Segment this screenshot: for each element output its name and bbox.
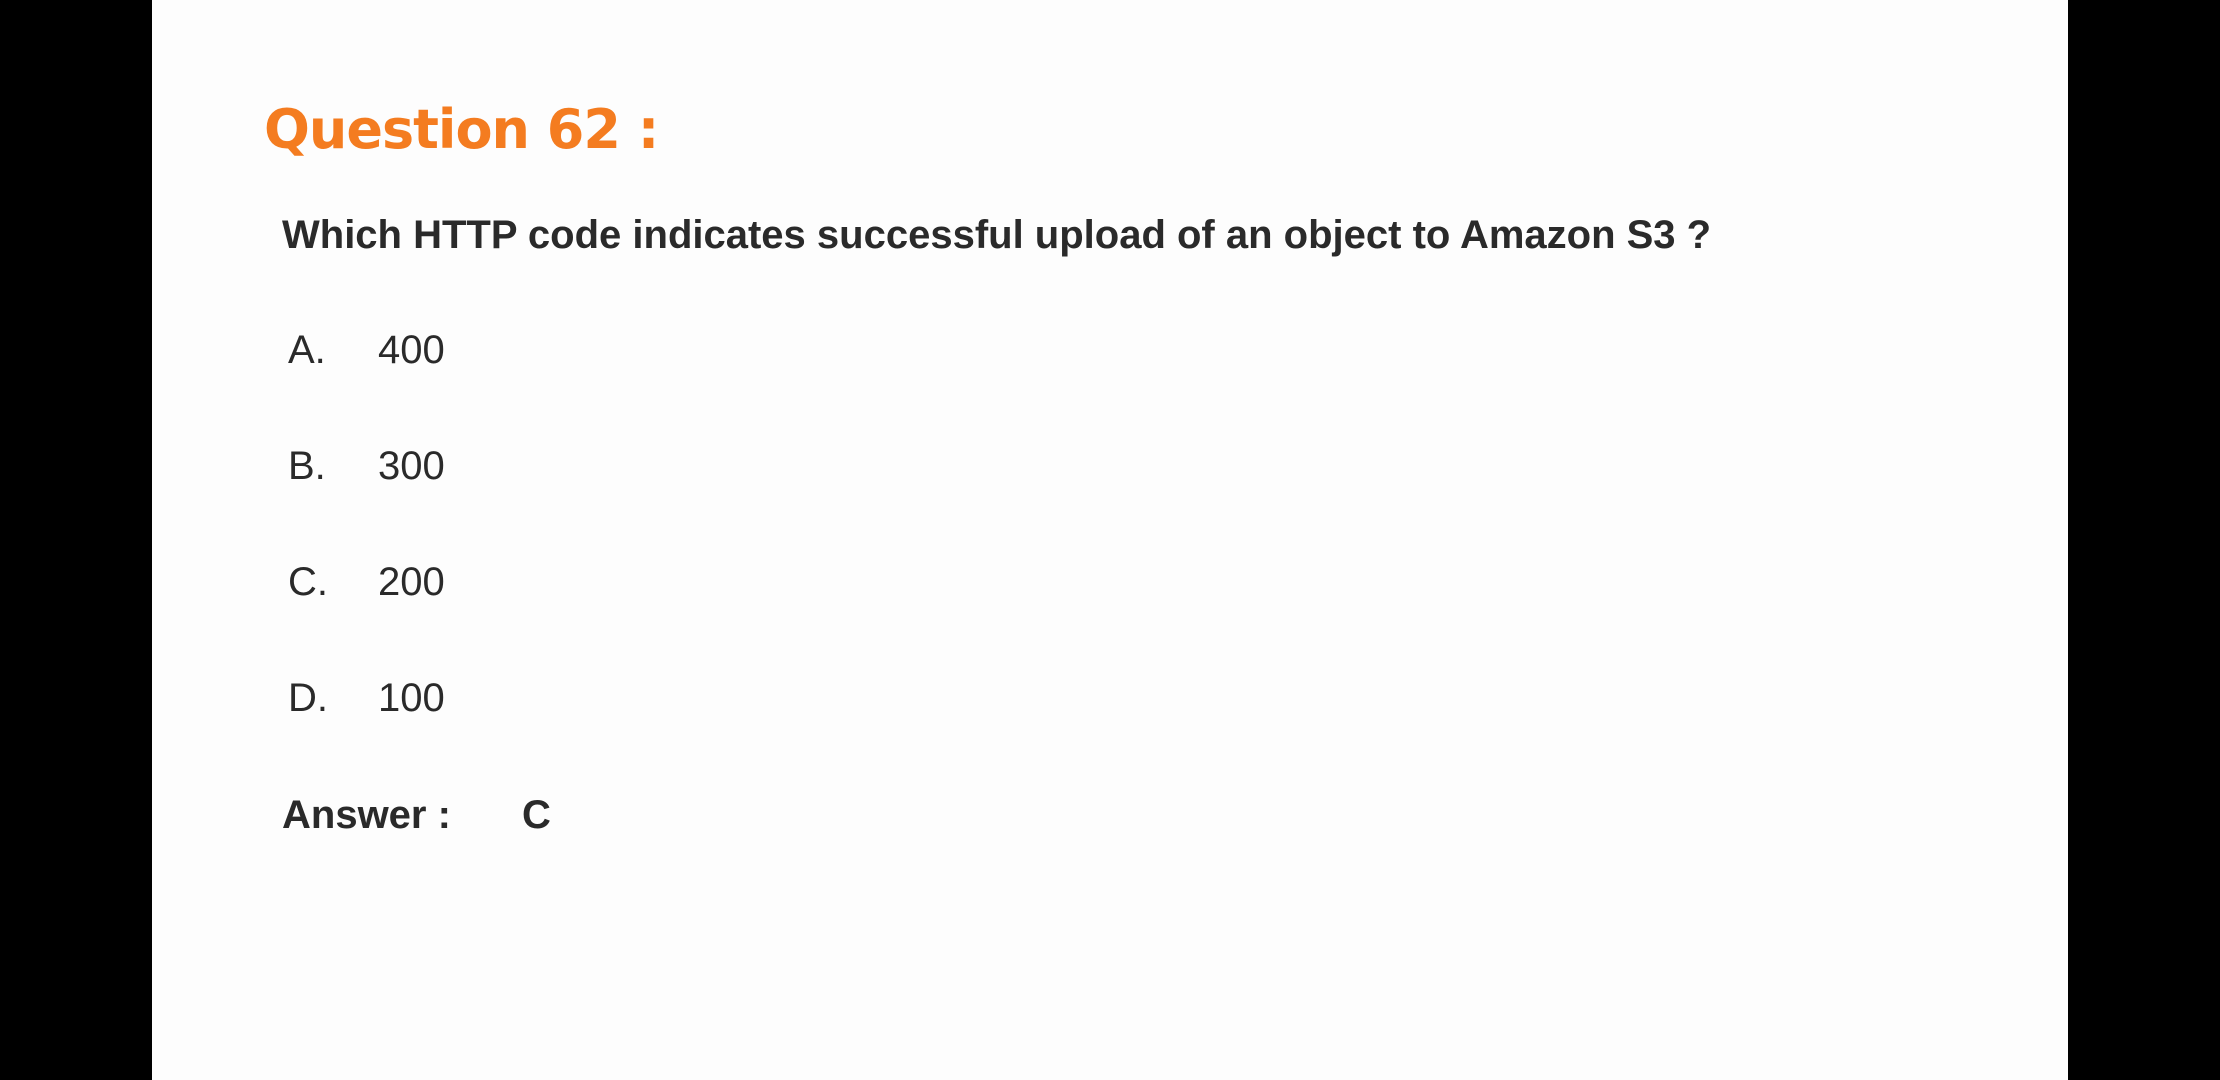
- answer-label: Answer :: [282, 793, 451, 837]
- slide: Question 62 : Which HTTP code indicates …: [152, 0, 2068, 1080]
- option-a: A. 400: [288, 322, 445, 438]
- video-screen: Question 62 : Which HTTP code indicates …: [0, 0, 2220, 1080]
- option-b: B. 300: [288, 438, 445, 554]
- option-letter: C.: [288, 560, 328, 604]
- option-value: 100: [378, 676, 445, 720]
- option-value: 400: [378, 328, 445, 372]
- option-letter: A.: [288, 328, 326, 372]
- option-letter: B.: [288, 444, 326, 488]
- option-value: 300: [378, 444, 445, 488]
- option-c: C. 200: [288, 554, 445, 670]
- question-title: Question 62 :: [264, 98, 659, 161]
- answer-value: C: [522, 793, 551, 837]
- option-value: 200: [378, 560, 445, 604]
- option-d: D. 100: [288, 670, 445, 786]
- option-letter: D.: [288, 676, 328, 720]
- answer-line: Answer : C: [282, 787, 551, 843]
- option-list: A. 400 B. 300 C. 200 D. 100: [288, 322, 445, 786]
- question-text: Which HTTP code indicates successful upl…: [282, 213, 1712, 257]
